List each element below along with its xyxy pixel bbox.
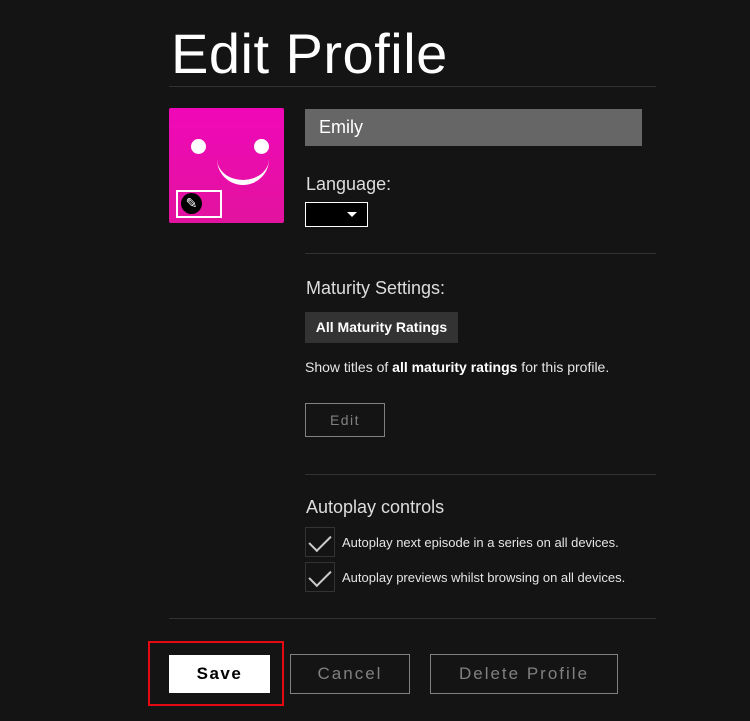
maturity-badge: All Maturity Ratings <box>305 312 458 343</box>
autoplay-next-episode-option[interactable]: Autoplay next episode in a series on all… <box>305 526 619 558</box>
maturity-label: Maturity Settings: <box>306 278 446 298</box>
section-divider-2 <box>305 474 656 475</box>
avatar-smile <box>217 158 269 185</box>
edit-avatar-button[interactable]: ✎ <box>176 190 222 218</box>
avatar-right-eye <box>254 139 269 154</box>
pencil-icon: ✎ <box>181 193 202 214</box>
maturity-desc-suffix: for this profile. <box>517 359 610 375</box>
autoplay-previews-option[interactable]: Autoplay previews whilst browsing on all… <box>305 561 625 593</box>
maturity-desc-bold: all maturity ratings <box>392 359 518 375</box>
delete-profile-button[interactable]: Delete Profile <box>430 654 618 694</box>
bottom-divider <box>169 618 656 619</box>
save-button[interactable]: Save <box>169 655 270 693</box>
avatar-left-eye <box>191 139 206 154</box>
title-divider <box>169 86 656 87</box>
profile-name-input[interactable] <box>305 109 642 146</box>
checkmark-icon <box>308 563 332 588</box>
autoplay-previews-checkbox[interactable] <box>305 562 335 592</box>
checkmark-icon <box>308 528 332 553</box>
chevron-down-icon <box>347 212 357 217</box>
maturity-edit-button[interactable]: Edit <box>305 403 385 437</box>
page-title: Edit Profile <box>171 22 448 85</box>
autoplay-next-episode-checkbox[interactable] <box>305 527 335 557</box>
language-label: Language: <box>306 174 392 194</box>
maturity-description: Show titles of all maturity ratings for … <box>305 359 609 375</box>
language-select[interactable] <box>305 202 368 227</box>
autoplay-previews-label: Autoplay previews whilst browsing on all… <box>342 569 626 585</box>
section-divider-1 <box>305 253 656 254</box>
cancel-button[interactable]: Cancel <box>290 654 410 694</box>
autoplay-next-episode-label: Autoplay next episode in a series on all… <box>342 534 619 550</box>
autoplay-label: Autoplay controls <box>306 497 445 517</box>
profile-avatar[interactable]: ✎ <box>169 108 284 223</box>
maturity-desc-prefix: Show titles of <box>305 359 393 375</box>
